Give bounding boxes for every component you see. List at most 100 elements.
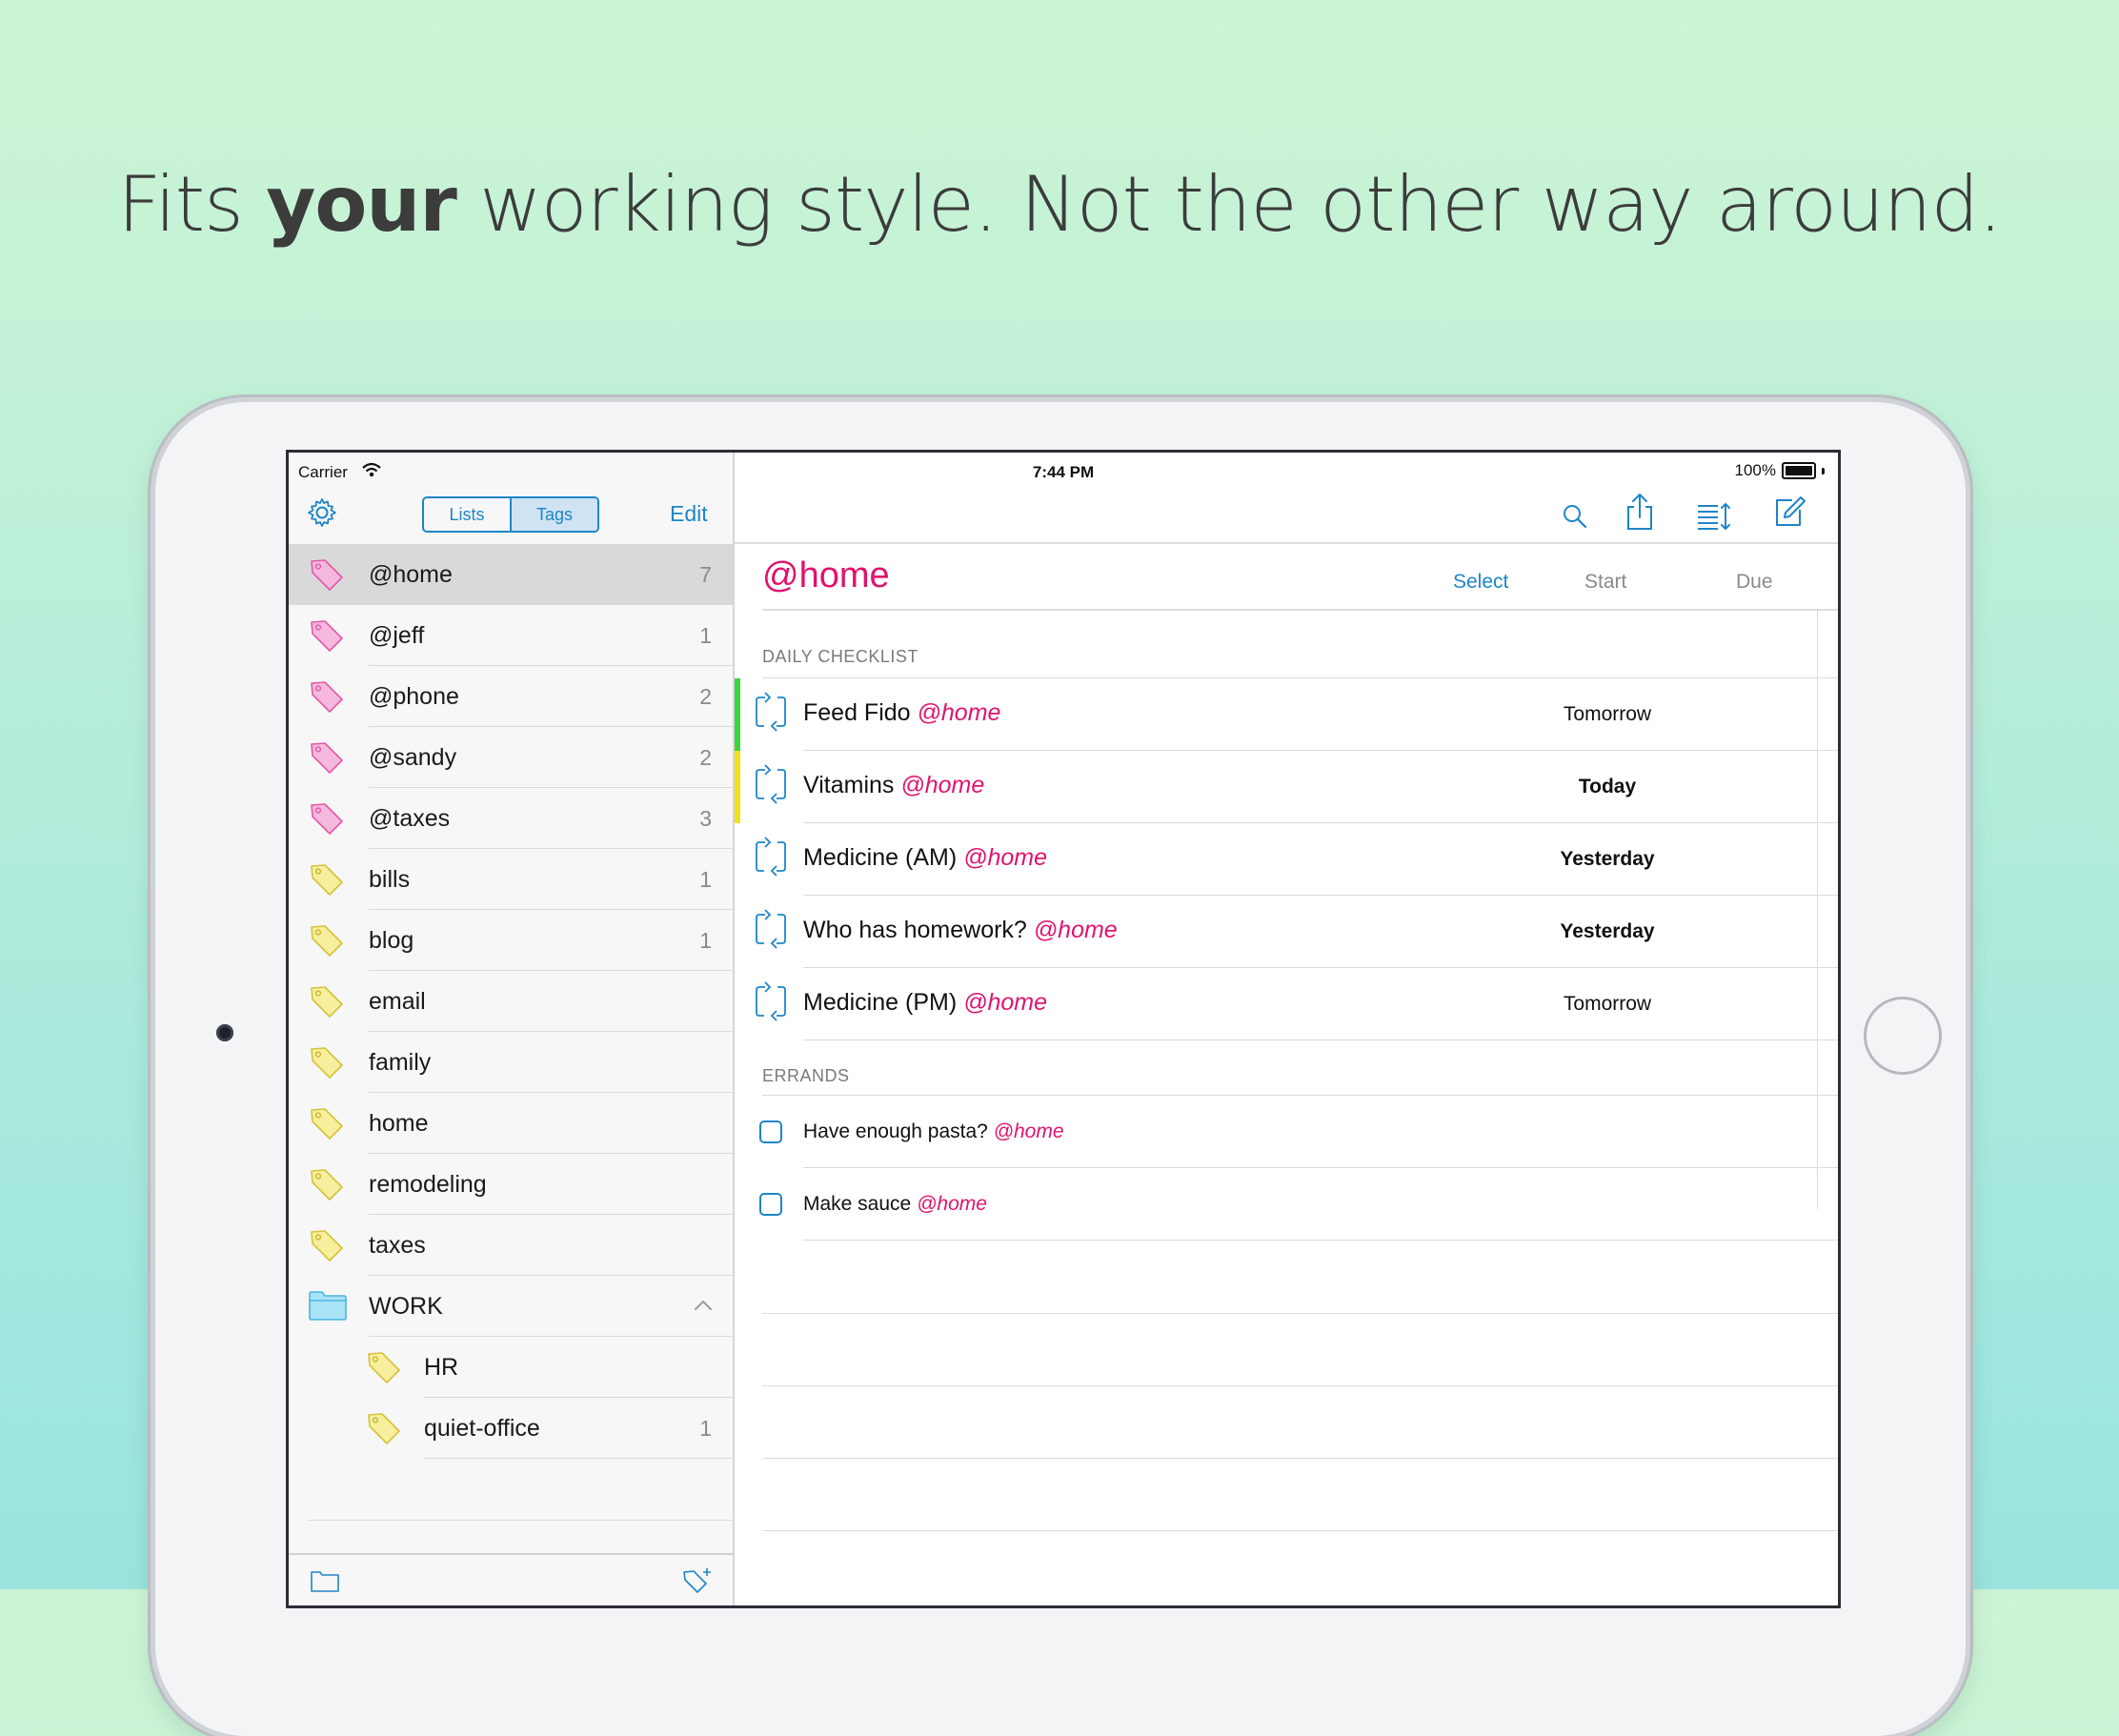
sort-icon[interactable] [1695,496,1733,539]
task-checkbox[interactable] [759,1120,782,1143]
section-header: ERRANDS [762,1066,850,1085]
sidebar-item-email[interactable]: email [289,971,733,1032]
task-row[interactable]: Medicine (PM) @home Tomorrow [735,968,1838,1040]
chevron-up-icon[interactable] [693,1299,714,1317]
sidebar-item-blog[interactable]: blog 1 [289,910,733,971]
sidebar-item-taxes[interactable]: taxes [289,1215,733,1276]
task-row[interactable]: Make sauce @home [735,1168,1838,1241]
sidebar-folder-work[interactable]: WORK [289,1276,733,1337]
tag-icon [308,740,346,779]
sidebar-item-hr[interactable]: HR [289,1337,733,1398]
tag-icon [308,557,346,596]
sidebar-item-home-context[interactable]: @home 7 [289,544,733,605]
task-row[interactable]: Medicine (AM) @home Yesterday [735,823,1838,896]
task-row[interactable]: Have enough pasta? @home [735,1096,1838,1168]
sidebar-item-quiet-office[interactable]: quiet-office 1 [289,1398,733,1459]
tag-icon [308,618,346,657]
priority-flag [735,678,740,751]
sidebar-item-phone[interactable]: @phone 2 [289,666,733,727]
sidebar-item-label: @taxes [369,805,451,832]
select-button[interactable]: Select [1453,571,1508,594]
sidebar-item-taxes-context[interactable]: @taxes 3 [289,788,733,849]
front-camera [216,1024,233,1041]
tag-icon [308,1167,346,1206]
sidebar-item-jeff[interactable]: @jeff 1 [289,605,733,666]
sidebar-item-label: bills [369,866,411,893]
empty-row-line [762,1530,1838,1531]
repeat-icon[interactable] [754,762,788,811]
gear-icon[interactable] [306,496,338,534]
sidebar-item-label: WORK [369,1293,443,1320]
new-folder-icon[interactable] [310,1568,340,1598]
tag-list: @home 7 @jeff 1 @phone 2 @sandy 2 @taxes… [289,544,733,1459]
tag-icon [308,1045,346,1084]
headline: Fits your working style. Not the other w… [117,160,2002,249]
sidebar: Lists Tags Edit @home 7 @jeff 1 @phone 2 [289,453,735,1605]
task-title: Medicine (PM) @home [803,989,1048,1016]
sidebar-item-count: 2 [699,745,712,770]
sidebar-bottom-toolbar [289,1553,733,1605]
sidebar-item-family[interactable]: family [289,1032,733,1093]
battery-icon [1782,462,1816,479]
repeat-icon[interactable] [754,690,788,738]
status-bar: Carrier 7:44 PM 100% [289,453,1838,489]
row-divider [424,1458,733,1459]
task-start-date: Yesterday [1560,848,1655,870]
list-header: @home Select Start Due [735,546,1838,609]
task-start-date: Tomorrow [1563,703,1652,725]
task-row[interactable]: Feed Fido @home Tomorrow [735,678,1838,751]
sidebar-item-bills[interactable]: bills 1 [289,849,733,910]
sidebar-item-count: 7 [699,562,712,587]
sidebar-item-label: family [369,1049,432,1076]
tag-icon [308,862,346,901]
sidebar-item-label: @sandy [369,744,457,771]
battery-status: 100% [1735,461,1825,480]
segment-lists[interactable]: Lists [424,498,510,531]
search-icon[interactable] [1560,496,1590,539]
sidebar-item-count: 1 [699,867,712,892]
app-screen: Lists Tags Edit @home 7 @jeff 1 @phone 2 [286,450,1841,1608]
repeat-icon[interactable] [754,907,788,956]
task-row[interactable]: Vitamins @home Today [735,751,1838,823]
main-pane: @home Select Start Due DAILY CHECKLIST F… [735,453,1838,1605]
start-column-header[interactable]: Start [1584,571,1626,594]
sidebar-item-label: email [369,988,426,1015]
compose-icon[interactable] [1771,493,1807,535]
home-button[interactable] [1864,997,1942,1075]
tag-icon [365,1350,403,1389]
task-title: Medicine (AM) @home [803,844,1048,871]
divider [308,1520,733,1521]
tag-icon [365,1411,403,1450]
empty-row-line [762,1313,1838,1314]
sidebar-item-sandy[interactable]: @sandy 2 [289,727,733,788]
task-title: Who has homework? @home [803,917,1118,943]
sidebar-item-label: taxes [369,1232,426,1259]
empty-row-line [762,1458,1838,1459]
empty-row-line [762,1385,1838,1386]
sidebar-item-count: 1 [699,623,712,648]
task-row[interactable]: Who has homework? @home Yesterday [735,896,1838,968]
repeat-icon[interactable] [754,835,788,883]
sidebar-item-count: 3 [699,806,712,831]
task-checkbox[interactable] [759,1193,782,1216]
due-column-header[interactable]: Due [1736,571,1773,594]
new-tag-icon[interactable] [681,1566,714,1600]
task-start-date: Today [1578,776,1637,797]
task-start-date: Yesterday [1560,920,1655,942]
segment-tags[interactable]: Tags [510,498,597,531]
battery-nub [1822,467,1825,474]
status-time: 7:44 PM [1032,463,1095,481]
sidebar-item-count: 1 [699,928,712,953]
repeat-icon[interactable] [754,979,788,1028]
task-start-date: Tomorrow [1563,993,1652,1015]
tag-icon [308,801,346,840]
edit-button[interactable]: Edit [670,501,708,527]
share-icon[interactable] [1625,491,1655,537]
sidebar-item-home[interactable]: home [289,1093,733,1154]
folder-icon [308,1289,348,1326]
sidebar-item-remodeling[interactable]: remodeling [289,1154,733,1215]
sidebar-item-label: home [369,1110,429,1137]
task-title: Make sauce @home [803,1193,987,1215]
sidebar-item-label: quiet-office [424,1415,540,1442]
tag-icon [308,679,346,718]
